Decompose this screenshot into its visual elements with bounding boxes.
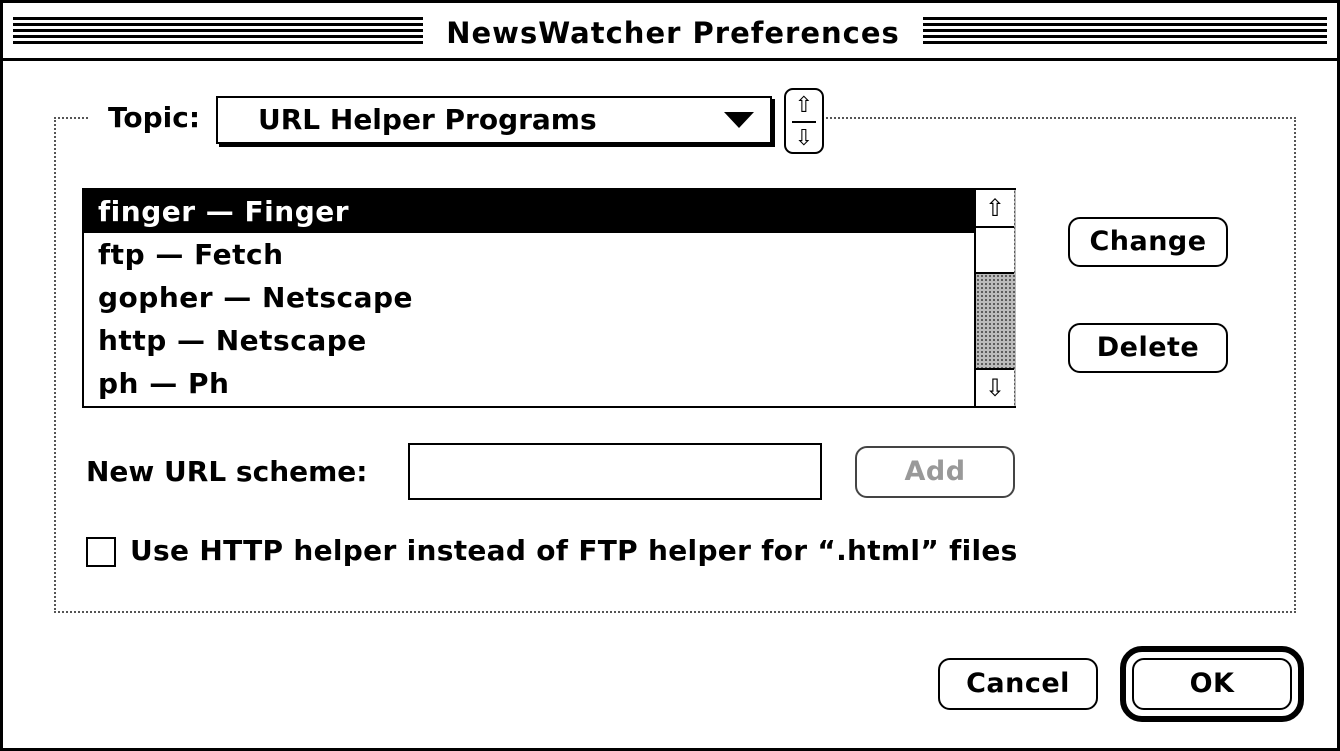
cancel-button[interactable]: Cancel [938, 658, 1098, 710]
add-button[interactable]: Add [855, 446, 1015, 498]
scroll-down-icon[interactable]: ⇩ [976, 368, 1014, 406]
ok-button[interactable]: OK [1132, 658, 1292, 710]
list-item[interactable]: http — Netscape [84, 319, 974, 362]
title-bar[interactable]: NewsWatcher Preferences [3, 3, 1337, 61]
window-title: NewsWatcher Preferences [423, 11, 923, 55]
list-item[interactable]: ftp — Fetch [84, 233, 974, 276]
up-arrow-icon[interactable]: ⇧ [786, 90, 822, 121]
topic-stepper[interactable]: ⇧ ⇩ [784, 88, 824, 154]
down-arrow-icon[interactable]: ⇩ [786, 123, 822, 154]
delete-button[interactable]: Delete [1068, 323, 1228, 373]
list-scrollbar[interactable]: ⇧ ⇩ [974, 190, 1016, 406]
list-item[interactable]: ph — Ph [84, 362, 974, 405]
scroll-thumb[interactable] [976, 228, 1014, 274]
scroll-up-icon[interactable]: ⇧ [976, 190, 1014, 228]
url-helper-list[interactable]: finger — Finger ftp — Fetch gopher — Netsc… [82, 188, 1016, 408]
list-item[interactable]: finger — Finger [84, 190, 974, 233]
use-http-helper-label[interactable]: Use HTTP helper instead of FTP helper fo… [130, 531, 1018, 571]
new-url-scheme-input[interactable] [408, 443, 822, 500]
topic-label: Topic: [108, 101, 201, 134]
topic-popup-menu[interactable]: URL Helper Programs [216, 96, 772, 144]
new-url-scheme-label: New URL scheme: [86, 455, 368, 488]
triangle-down-icon [724, 112, 754, 128]
topic-popup-value: URL Helper Programs [258, 103, 597, 136]
use-http-helper-checkbox[interactable] [86, 537, 116, 567]
change-button[interactable]: Change [1068, 217, 1228, 267]
list-item[interactable]: gopher — Netscape [84, 276, 974, 319]
